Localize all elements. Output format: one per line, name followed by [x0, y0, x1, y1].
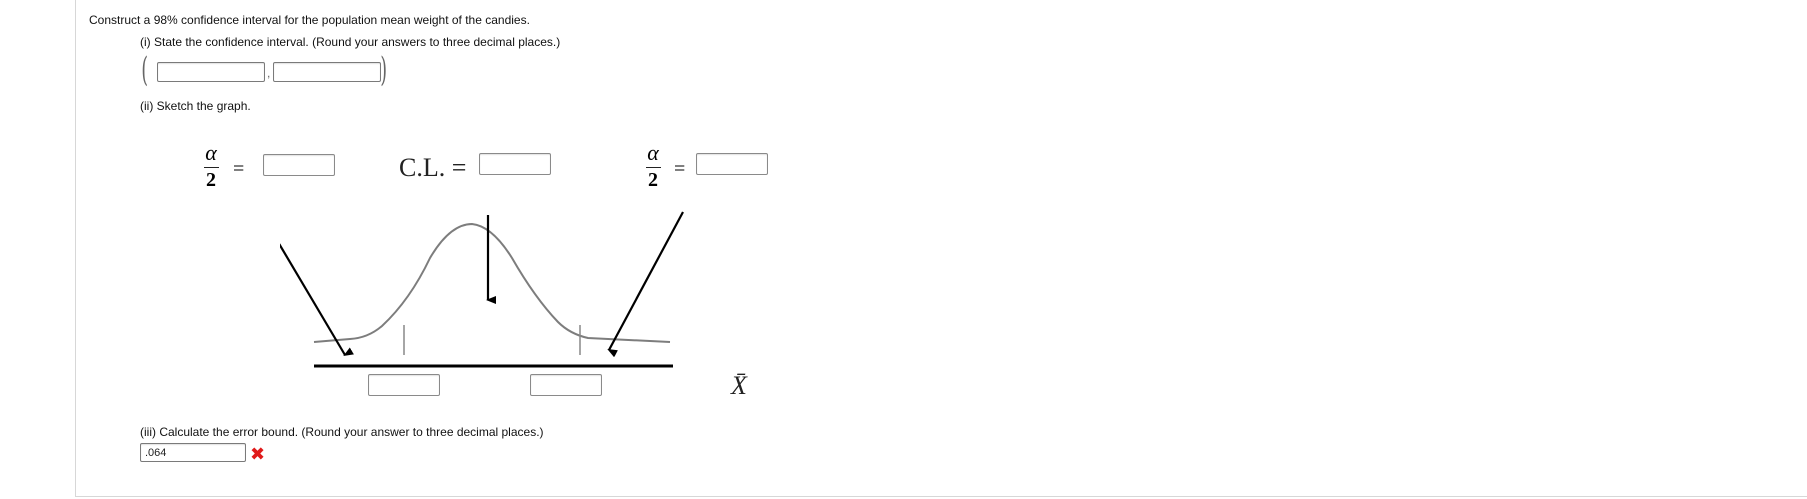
- left-tail-arrow: [280, 243, 354, 357]
- equals-sign-left: =: [233, 158, 245, 180]
- x-bar-axis-label: X̄: [731, 371, 747, 400]
- alpha-over-two-right: α 2: [642, 142, 664, 190]
- denominator: 2: [206, 169, 216, 191]
- alpha-over-two-left: α 2: [200, 142, 222, 190]
- question-prompt: Construct a 98% confidence interval for …: [89, 13, 530, 27]
- ci-upper-input[interactable]: [273, 62, 381, 82]
- alpha-right-input[interactable]: [696, 153, 768, 175]
- ci-separator: ,: [267, 66, 271, 80]
- right-tail-arrow: [607, 211, 684, 358]
- normal-curve-sketch: [280, 211, 684, 368]
- part-i-label: (i) State the confidence interval. (Roun…: [140, 35, 561, 49]
- part-iii-label: (iii) Calculate the error bound. (Round …: [140, 425, 544, 439]
- fraction-bar: [203, 167, 219, 168]
- equals-sign-right: =: [674, 158, 686, 180]
- alpha-symbol: α: [647, 140, 659, 165]
- ci-lower-input[interactable]: [157, 62, 265, 82]
- alpha-symbol: α: [205, 140, 217, 165]
- lower-bound-input[interactable]: [368, 374, 440, 396]
- x-icon: ✖: [250, 444, 266, 464]
- upper-bound-input[interactable]: [530, 374, 602, 396]
- open-paren: (: [141, 50, 148, 90]
- error-bound-input[interactable]: [140, 443, 246, 462]
- cl-label: C.L. =: [399, 153, 467, 182]
- alpha-left-input[interactable]: [263, 154, 335, 176]
- cl-input[interactable]: [479, 153, 551, 175]
- bell-curve: [313, 222, 671, 343]
- denominator: 2: [648, 169, 658, 191]
- part-ii-label: (ii) Sketch the graph.: [140, 99, 251, 113]
- fraction-bar: [645, 167, 661, 168]
- close-paren: ): [380, 50, 387, 90]
